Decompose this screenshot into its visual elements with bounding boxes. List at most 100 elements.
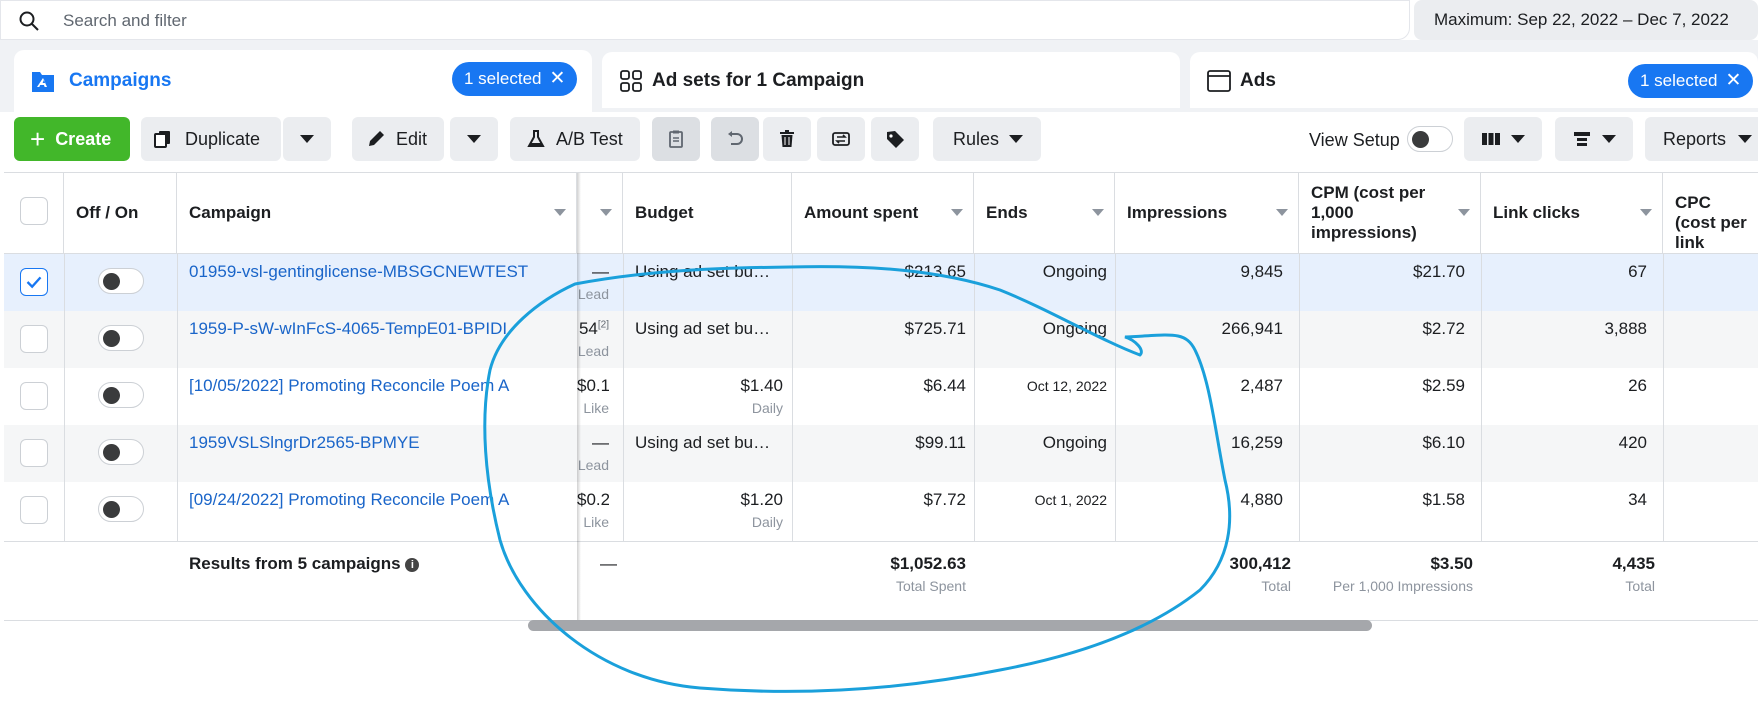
header-impressions-label: Impressions xyxy=(1127,203,1228,222)
create-button[interactable]: + Create xyxy=(14,117,130,161)
delete-button[interactable] xyxy=(763,117,811,161)
row-checkbox[interactable] xyxy=(20,325,48,353)
pencil-icon xyxy=(369,131,384,146)
duplicate-dropdown-button[interactable] xyxy=(283,117,331,161)
sort-caret-icon[interactable] xyxy=(1458,209,1470,216)
header-link-clicks[interactable]: Link clicks xyxy=(1481,173,1663,253)
header-impressions[interactable]: Impressions xyxy=(1115,173,1299,253)
header-campaign[interactable]: Campaign xyxy=(177,173,577,253)
search-bar[interactable]: Search and filter xyxy=(0,0,1410,40)
sort-caret-icon[interactable] xyxy=(600,209,612,216)
ab-test-label: A/B Test xyxy=(556,128,623,149)
header-cpm-label: CPM (cost per 1,000 impressions) xyxy=(1311,183,1426,242)
budget-cell[interactable]: Using ad set bu… xyxy=(635,425,785,482)
results-label: Results from 5 campaigns i xyxy=(189,554,569,624)
budget-cell[interactable]: Using ad set bu… xyxy=(635,311,785,368)
reports-label: Reports xyxy=(1663,128,1727,149)
campaign-name-cell: 1959-P-sW-wInFcS-4065-TempE01-BPIDI xyxy=(189,311,569,368)
result-sup: [2] xyxy=(597,319,609,331)
select-all-checkbox[interactable] xyxy=(20,197,48,225)
campaign-link[interactable]: 1959VSLSlngrDr2565-BPMYE xyxy=(189,433,420,452)
sort-caret-icon[interactable] xyxy=(951,209,963,216)
row-checkbox[interactable] xyxy=(20,439,48,467)
result-value: — xyxy=(592,433,609,452)
table-row[interactable]: [10/05/2022] Promoting Reconcile Poem A $… xyxy=(4,368,1758,425)
edit-dropdown-button[interactable] xyxy=(450,117,498,161)
sort-caret-icon[interactable] xyxy=(1276,209,1288,216)
info-icon[interactable]: i xyxy=(405,558,420,572)
toggle-knob xyxy=(103,444,120,461)
ends-cell: Ongoing xyxy=(1042,319,1107,338)
ads-selected-pill[interactable]: 1 selected ✕ xyxy=(1628,64,1754,98)
tab-adsets[interactable]: Ad sets for 1 Campaign xyxy=(602,52,1180,108)
header-cpc[interactable]: CPC (cost per link click) xyxy=(1663,173,1758,253)
header-cpm[interactable]: CPM (cost per 1,000 impressions) xyxy=(1299,173,1481,253)
rules-button[interactable]: Rules xyxy=(933,117,1041,161)
horizontal-scrollbar[interactable] xyxy=(528,620,1372,631)
view-setup-toggle[interactable] xyxy=(1407,126,1453,152)
campaign-link[interactable]: 1959-P-sW-wInFcS-4065-TempE01-BPIDI xyxy=(189,319,507,338)
amount-spent-cell: $7.72 xyxy=(923,490,966,509)
results-clicks-value: 4,435 xyxy=(1612,554,1655,573)
breakdown-button[interactable] xyxy=(1555,117,1633,161)
sort-caret-icon[interactable] xyxy=(1640,209,1652,216)
search-input[interactable]: Search and filter xyxy=(63,11,187,31)
ab-test-button[interactable]: A/B Test xyxy=(510,117,640,161)
date-range-picker[interactable]: Maximum: Sep 22, 2022 – Dec 7, 2022 xyxy=(1414,0,1758,40)
table-row[interactable]: 01959-vsl-gentinglicense-MBSGCNEWTEST — Le… xyxy=(4,254,1758,311)
flask-icon xyxy=(527,130,545,147)
chevron-down-icon xyxy=(1511,135,1525,143)
trash-icon xyxy=(780,130,794,147)
header-campaign-label: Campaign xyxy=(189,203,272,222)
campaign-link[interactable]: [09/24/2022] Promoting Reconcile Poem A xyxy=(189,490,509,509)
sort-caret-icon[interactable] xyxy=(1092,209,1104,216)
ends-cell: Oct 12, 2022 xyxy=(1026,378,1107,394)
budget-cell[interactable]: $1.20 Daily xyxy=(623,482,783,539)
undo-button[interactable] xyxy=(711,117,759,161)
clear-ads-selection-icon[interactable]: ✕ xyxy=(1726,70,1742,91)
header-off-on[interactable]: Off / On xyxy=(64,173,177,253)
table-row[interactable]: 1959VSLSlngrDr2565-BPMYE — Lead Using ad se… xyxy=(4,425,1758,482)
row-checkbox[interactable] xyxy=(20,496,48,524)
tab-ads[interactable]: Ads 1 selected ✕ xyxy=(1190,52,1758,108)
budget-cell[interactable]: Using ad set bu… xyxy=(635,254,785,311)
header-amount-spent[interactable]: Amount spent xyxy=(792,173,974,253)
table-row[interactable]: [09/24/2022] Promoting Reconcile Poem A $… xyxy=(4,482,1758,539)
reports-button[interactable]: Reports xyxy=(1645,117,1758,161)
columns-button[interactable] xyxy=(1464,117,1542,161)
row-checkbox[interactable] xyxy=(20,268,48,296)
clear-selection-icon[interactable]: ✕ xyxy=(550,68,566,89)
toggle-knob xyxy=(103,501,120,518)
impressions-cell: 2,487 xyxy=(1240,376,1283,395)
header-ends[interactable]: Ends xyxy=(974,173,1115,253)
tab-campaigns[interactable]: Campaigns 1 selected ✕ xyxy=(14,50,592,112)
link-clicks-cell: 3,888 xyxy=(1604,319,1647,338)
toggle-knob xyxy=(103,387,120,404)
export-button[interactable] xyxy=(817,117,865,161)
budget-cell[interactable]: $1.40 Daily xyxy=(623,368,783,425)
campaign-toggle[interactable] xyxy=(98,268,144,294)
clipboard-button[interactable] xyxy=(652,117,700,161)
campaign-toggle[interactable] xyxy=(98,325,144,351)
duplicate-button[interactable]: Duplicate xyxy=(141,117,281,161)
cpm-cell: $21.70 xyxy=(1413,262,1465,281)
header-results[interactable] xyxy=(577,173,623,253)
campaign-toggle[interactable] xyxy=(98,382,144,408)
sort-caret-icon[interactable] xyxy=(554,209,566,216)
frozen-column-shadow xyxy=(577,173,581,621)
header-budget[interactable]: Budget xyxy=(623,173,792,253)
edit-label: Edit xyxy=(396,128,428,149)
campaign-toggle[interactable] xyxy=(98,439,144,465)
column-divider xyxy=(64,253,65,541)
row-checkbox[interactable] xyxy=(20,382,48,410)
campaign-link[interactable]: [10/05/2022] Promoting Reconcile Poem A xyxy=(189,376,509,395)
campaign-name-cell: [10/05/2022] Promoting Reconcile Poem A xyxy=(189,368,569,425)
impressions-cell: 4,880 xyxy=(1240,490,1283,509)
campaign-link[interactable]: 01959-vsl-gentinglicense-MBSGCNEWTEST xyxy=(189,262,528,281)
tag-button[interactable] xyxy=(871,117,919,161)
campaigns-selected-pill[interactable]: 1 selected ✕ xyxy=(452,62,578,96)
ads-window-icon xyxy=(1207,70,1231,92)
table-row[interactable]: 1959-P-sW-wInFcS-4065-TempE01-BPIDI 54[2]… xyxy=(4,311,1758,368)
edit-button[interactable]: Edit xyxy=(352,117,444,161)
campaign-toggle[interactable] xyxy=(98,496,144,522)
